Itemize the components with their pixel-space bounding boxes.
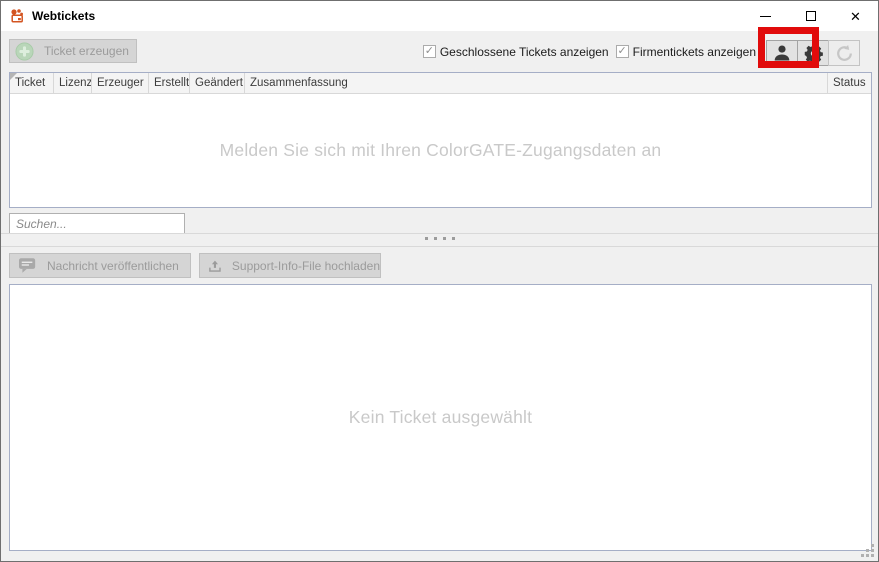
splitter-dot	[443, 237, 446, 240]
speech-bubble-icon	[19, 258, 36, 273]
create-ticket-label: Ticket erzeugen	[44, 44, 129, 58]
refresh-icon	[836, 44, 852, 61]
settings-button[interactable]	[797, 40, 829, 66]
splitter-top-line	[1, 233, 878, 234]
ticket-table: Ticket Lizenz Erzeuger Erstellt Geändert…	[9, 72, 872, 208]
show-company-tickets-checkbox[interactable]: ✓ Firmentickets anzeigen	[615, 44, 756, 59]
checkbox-checked-icon: ✓	[615, 45, 629, 58]
splitter-dot	[434, 237, 437, 240]
toolbar-icon-buttons	[766, 40, 860, 66]
upload-support-file-button[interactable]: Support-Info-File hochladen	[199, 253, 381, 278]
header-corner-triangle	[10, 73, 17, 80]
ticket-detail-panel: Kein Ticket ausgewählt	[9, 284, 872, 551]
app-window: Webtickets ✕ Ticket erzeugen ✓ Geschloss…	[0, 0, 879, 562]
filter-checkboxes: ✓ Geschlossene Tickets anzeigen ✓ Firmen…	[422, 31, 756, 72]
column-header-erstellt[interactable]: Erstellt	[149, 73, 190, 93]
window-resize-grip[interactable]	[871, 554, 874, 557]
app-icon	[11, 9, 23, 23]
maximize-icon	[805, 11, 816, 21]
upload-icon	[209, 260, 221, 272]
maximize-button[interactable]	[788, 1, 833, 31]
refresh-button[interactable]	[828, 40, 860, 66]
plus-icon	[15, 41, 34, 61]
show-closed-tickets-checkbox[interactable]: ✓ Geschlossene Tickets anzeigen	[422, 44, 609, 59]
table-header-row: Ticket Lizenz Erzeuger Erstellt Geändert…	[10, 73, 871, 94]
no-ticket-selected-message: Kein Ticket ausgewählt	[348, 407, 533, 427]
publish-message-button[interactable]: Nachricht veröffentlichen	[9, 253, 191, 278]
minimize-button[interactable]	[743, 1, 788, 31]
splitter-handle[interactable]	[425, 237, 459, 242]
show-closed-tickets-label: Geschlossene Tickets anzeigen	[439, 44, 609, 59]
column-header-status[interactable]: Status	[828, 73, 871, 93]
show-company-tickets-label: Firmentickets anzeigen	[632, 44, 756, 59]
checkbox-checked-icon: ✓	[422, 45, 436, 58]
upload-support-file-label: Support-Info-File hochladen	[231, 258, 380, 273]
column-header-lizenz[interactable]: Lizenz	[54, 73, 92, 93]
minimize-icon	[760, 15, 771, 17]
splitter-bottom-line	[1, 246, 878, 247]
main-toolbar: Ticket erzeugen ✓ Geschlossene Tickets a…	[1, 31, 878, 72]
column-header-erzeuger[interactable]: Erzeuger	[92, 73, 149, 93]
splitter-dot	[425, 237, 428, 240]
column-header-zusammenfassung[interactable]: Zusammenfassung	[245, 73, 828, 93]
search-input[interactable]	[9, 213, 185, 234]
column-header-geaendert[interactable]: Geändert	[190, 73, 245, 93]
title-bar: Webtickets ✕	[1, 1, 878, 31]
login-prompt-message: Melden Sie sich mit Ihren ColorGATE-Zuga…	[219, 140, 662, 160]
close-button[interactable]: ✕	[833, 1, 878, 31]
close-icon: ✕	[850, 8, 861, 24]
publish-message-label: Nachricht veröffentlichen	[47, 258, 179, 273]
gear-icon	[804, 44, 823, 63]
table-body-empty-area: Melden Sie sich mit Ihren ColorGATE-Zuga…	[10, 94, 871, 207]
window-title: Webtickets	[32, 9, 96, 23]
splitter-dot	[452, 237, 455, 240]
user-icon	[774, 45, 790, 61]
user-login-button[interactable]	[766, 40, 798, 66]
window-controls: ✕	[743, 1, 878, 31]
create-ticket-button[interactable]: Ticket erzeugen	[9, 39, 137, 63]
